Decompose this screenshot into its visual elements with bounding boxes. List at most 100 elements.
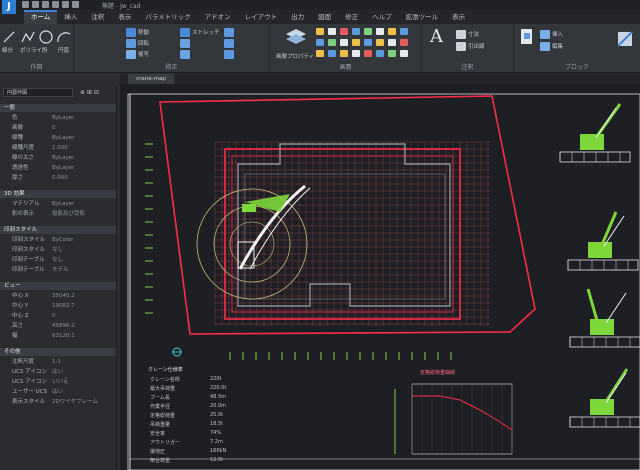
block-item-label[interactable]: 編集: [552, 42, 563, 50]
layer-tool-icon[interactable]: [316, 28, 324, 35]
tab-6[interactable]: レイアウト: [238, 10, 285, 24]
property-value[interactable]: 63120.1: [52, 332, 75, 341]
selection-dropdown[interactable]: 円弧作図: [3, 88, 73, 97]
move-icon[interactable]: [126, 28, 136, 37]
property-row[interactable]: 注釈尺度 1:1: [0, 358, 116, 367]
property-value[interactable]: 35040.2: [52, 292, 75, 301]
layer-tool-icon[interactable]: [328, 50, 336, 57]
print-icon[interactable]: [52, 1, 59, 8]
layer-tool-icon[interactable]: [352, 28, 360, 35]
layer-properties-icon[interactable]: [284, 27, 308, 49]
tab-3[interactable]: 表示: [111, 10, 138, 24]
property-row[interactable]: 印刻テーブル なし: [0, 256, 116, 265]
leader-icon[interactable]: [456, 42, 466, 51]
property-value[interactable]: 0: [52, 312, 56, 321]
layer-tool-icon[interactable]: [316, 50, 324, 57]
tab-9[interactable]: 修正: [338, 10, 365, 24]
redo-icon[interactable]: [72, 1, 79, 8]
layer-tool-icon[interactable]: [316, 39, 324, 46]
property-value[interactable]: いいえ: [52, 378, 69, 387]
layer-tool-icon[interactable]: [376, 39, 384, 46]
property-row[interactable]: 画層 0: [0, 124, 116, 133]
tab-4[interactable]: パラメトリック: [138, 10, 197, 24]
layer-tool-icon[interactable]: [388, 50, 396, 57]
property-section-header[interactable]: 一般: [0, 104, 116, 112]
layer-tool-icon[interactable]: [340, 50, 348, 57]
property-row[interactable]: 透過性 ByLayer: [0, 164, 116, 173]
property-value[interactable]: 19082.7: [52, 302, 75, 311]
property-value[interactable]: 0.000: [52, 174, 68, 183]
tab-2[interactable]: 注釈: [84, 10, 111, 24]
text-tool-icon[interactable]: A: [430, 26, 443, 47]
block-item-label[interactable]: 挿入: [552, 30, 563, 38]
drawing-canvas[interactable]: クレーン仕様表 定格総荷重曲線 クレーン名称 220t 最大吊荷重 220.0t ブーム…: [120, 84, 640, 470]
layer-tool-icon[interactable]: [400, 50, 408, 57]
property-value[interactable]: ByLayer: [52, 164, 74, 173]
layer-tool-icon[interactable]: [388, 28, 396, 35]
property-row[interactable]: UCS アイコン いいえ: [0, 378, 116, 387]
open-icon[interactable]: [32, 1, 39, 8]
property-value[interactable]: ByLayer: [52, 134, 74, 143]
property-value[interactable]: ByLayer: [52, 154, 74, 163]
modify-item-label[interactable]: ストレッチ: [192, 28, 220, 36]
property-row[interactable]: マテリアル ByLayer: [0, 200, 116, 209]
layer-tool-icon[interactable]: [364, 50, 372, 57]
annot-item-label[interactable]: 引出線: [468, 42, 485, 50]
property-row[interactable]: 高さ 45896.2: [0, 322, 116, 331]
property-row[interactable]: 幅 63120.1: [0, 332, 116, 341]
property-value[interactable]: なし: [52, 246, 63, 255]
property-value[interactable]: なし: [52, 256, 63, 265]
modify-item-label[interactable]: 複写: [138, 50, 149, 58]
property-row[interactable]: 線の太さ ByLayer: [0, 154, 116, 163]
layer-tool-icon[interactable]: [340, 28, 348, 35]
property-row[interactable]: 厚さ 0.000: [0, 174, 116, 183]
property-value[interactable]: 0: [52, 124, 56, 133]
tab-12[interactable]: 表示: [445, 10, 472, 24]
modify-item-label[interactable]: 移動: [138, 28, 149, 36]
property-value[interactable]: 2Dワイヤフレーム: [52, 398, 98, 407]
annot-item-label[interactable]: 寸法: [468, 30, 479, 38]
save-icon[interactable]: [42, 1, 49, 8]
layer-tool-icon[interactable]: [328, 39, 336, 46]
scale-icon[interactable]: [180, 50, 190, 59]
layer-tool-icon[interactable]: [352, 39, 360, 46]
layer-tool-icon[interactable]: [328, 28, 336, 35]
circle-tool-icon[interactable]: [39, 30, 53, 44]
copy-icon[interactable]: [126, 50, 136, 59]
layer-tool-icon[interactable]: [400, 28, 408, 35]
property-section-header[interactable]: ビュー: [0, 282, 116, 290]
layer-tool-icon[interactable]: [376, 50, 384, 57]
tab-8[interactable]: 図面: [311, 10, 338, 24]
property-row[interactable]: 線種 ByLayer: [0, 134, 116, 143]
property-row[interactable]: 色 ByLayer: [0, 114, 116, 123]
property-value[interactable]: 1:1: [52, 358, 61, 367]
palette-tool-icons[interactable]: ⊕ ⊞ ⊟: [80, 89, 99, 96]
tab-5[interactable]: アドオン: [198, 10, 238, 24]
property-row[interactable]: 中心 X 35040.2: [0, 292, 116, 301]
layer-properties-label[interactable]: 画層プロパティ: [276, 52, 314, 60]
layer-tool-icon[interactable]: [364, 28, 372, 35]
extend-icon[interactable]: [224, 39, 234, 48]
insert-block-icon[interactable]: [520, 28, 534, 46]
property-row[interactable]: 中心 Y 19082.7: [0, 302, 116, 311]
app-logo-icon[interactable]: J: [2, 0, 16, 14]
property-value[interactable]: 1.000: [52, 144, 68, 153]
property-row[interactable]: 印刻テーブル モデル: [0, 266, 116, 275]
property-row[interactable]: UCS アイコン はい: [0, 368, 116, 377]
tab-11[interactable]: 拡張ツール: [399, 10, 446, 24]
block-edit-icon[interactable]: [540, 30, 550, 39]
tab-0[interactable]: ホーム: [24, 10, 58, 24]
property-row[interactable]: 印刻スタイル ByColor: [0, 236, 116, 245]
layer-tool-icon[interactable]: [376, 28, 384, 35]
line-tool-icon[interactable]: [3, 31, 15, 43]
property-value[interactable]: 45896.2: [52, 322, 75, 331]
property-row[interactable]: 印刻スタイル なし: [0, 246, 116, 255]
dimension-icon[interactable]: [456, 30, 466, 39]
property-value[interactable]: はい: [52, 368, 63, 377]
mirror-icon[interactable]: [180, 39, 190, 48]
new-icon[interactable]: [22, 1, 29, 8]
property-value[interactable]: 投影及び受影: [52, 210, 85, 219]
tab-1[interactable]: 挿入: [57, 10, 84, 24]
property-value[interactable]: モデル: [52, 266, 69, 275]
polyline-tool-icon[interactable]: [21, 31, 35, 43]
